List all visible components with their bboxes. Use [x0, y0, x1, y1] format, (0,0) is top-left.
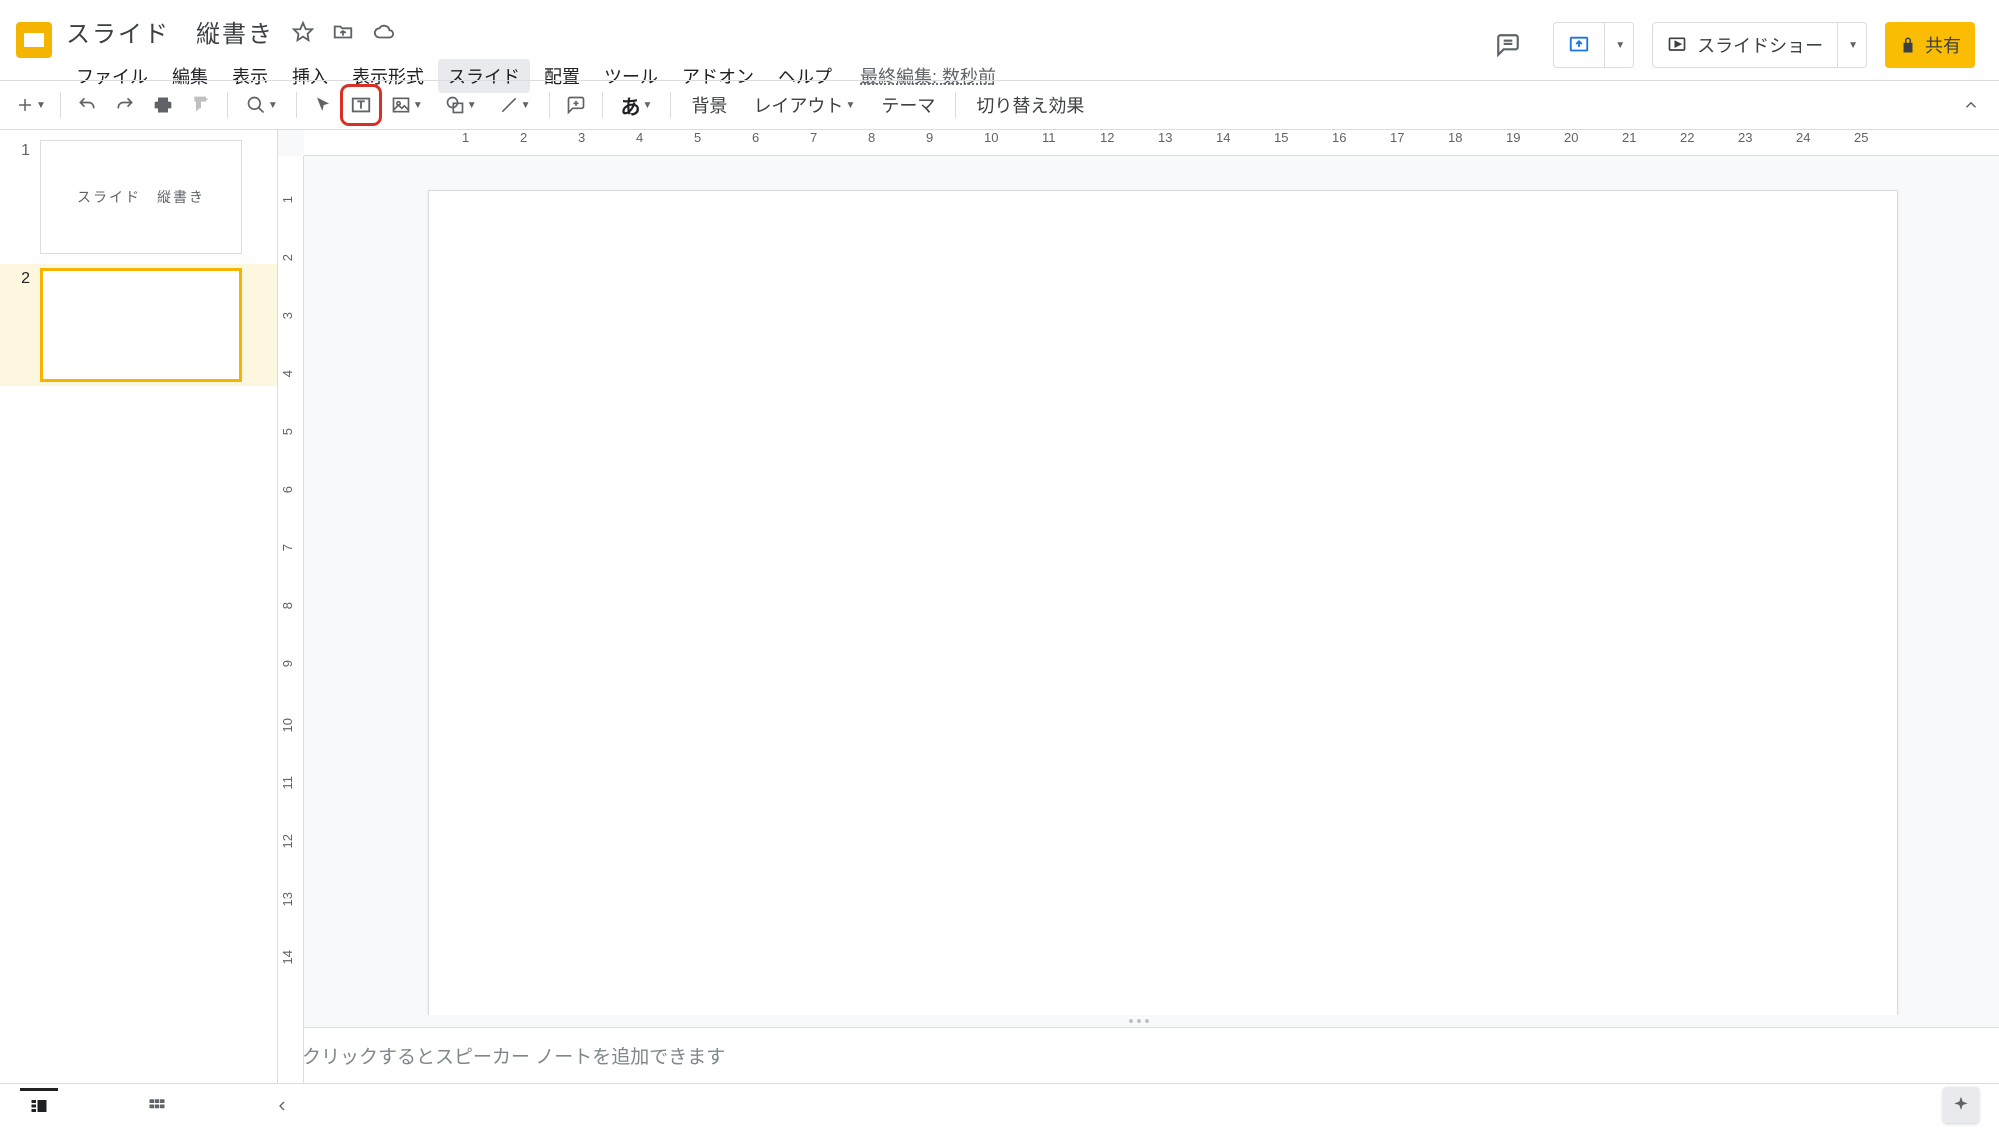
- layout-button[interactable]: レイアウト▼: [741, 87, 867, 123]
- transition-button[interactable]: 切り替え効果: [964, 87, 1096, 123]
- ruler-tick: 25: [1854, 130, 1868, 145]
- slide-thumbnail[interactable]: スライド 縦書き: [40, 140, 242, 254]
- separator: [227, 92, 228, 118]
- ruler-tick: 6: [752, 130, 759, 145]
- ruler-tick: 19: [1506, 130, 1520, 145]
- collapse-panel-button[interactable]: [266, 1092, 298, 1125]
- separator: [670, 92, 671, 118]
- ruler-tick: 24: [1796, 130, 1810, 145]
- separator: [60, 92, 61, 118]
- separator: [296, 92, 297, 118]
- header-right: ▼ スライドショー ▼ 共有: [1481, 8, 1983, 68]
- image-tool[interactable]: ▼: [381, 87, 433, 123]
- ruler-tick: 15: [1274, 130, 1288, 145]
- slideshow-combo: スライドショー ▼: [1652, 22, 1867, 68]
- ime-label: あ: [621, 91, 641, 120]
- ruler-tick: 22: [1680, 130, 1694, 145]
- separator: [549, 92, 550, 118]
- theme-button[interactable]: テーマ: [869, 87, 947, 123]
- layout-label: レイアウト: [753, 92, 843, 118]
- zoom-button[interactable]: ▼: [236, 87, 288, 123]
- ruler-tick: 20: [1564, 130, 1578, 145]
- document-title[interactable]: スライド 縦書き: [66, 14, 274, 49]
- horizontal-ruler[interactable]: 1234567891011121314151617181920212223242…: [304, 130, 1999, 156]
- title-icons: [292, 21, 396, 43]
- input-tool[interactable]: あ▼: [611, 87, 663, 123]
- slideshow-label: スライドショー: [1697, 32, 1823, 58]
- ruler-tick: 21: [1622, 130, 1636, 145]
- comments-button[interactable]: [1481, 22, 1535, 68]
- slide-thumbnails-panel[interactable]: 1 スライド 縦書き 2: [0, 130, 278, 1083]
- share-label: 共有: [1925, 32, 1961, 58]
- slide-canvas[interactable]: [428, 190, 1898, 1015]
- comment-tool[interactable]: [558, 87, 594, 123]
- thumbnail-row: 2: [0, 264, 277, 386]
- slideshow-button[interactable]: スライドショー: [1652, 22, 1837, 68]
- thumbnail-number: 2: [12, 268, 30, 382]
- separator: [602, 92, 603, 118]
- background-button[interactable]: 背景: [679, 87, 739, 123]
- toolbar: ▼ ▼ ▼ ▼ ▼ あ▼ 背景 レイアウト▼ テーマ 切り替え効果: [0, 80, 1999, 130]
- main-area: 1 スライド 縦書き 2 123456789101112131415161718…: [0, 130, 1999, 1083]
- new-slide-button[interactable]: ▼: [10, 87, 52, 123]
- thumbnail-row: 1 スライド 縦書き: [12, 140, 265, 254]
- ruler-tick: 17: [1390, 130, 1404, 145]
- separator: [955, 92, 956, 118]
- thumbnail-text: スライド 縦書き: [77, 187, 205, 207]
- ruler-tick: 12: [1100, 130, 1114, 145]
- select-tool[interactable]: [305, 87, 341, 123]
- ruler-tick: 4: [636, 130, 643, 145]
- ruler-tick: 1: [462, 130, 469, 145]
- star-icon[interactable]: [292, 21, 314, 43]
- canvas-wrap: 1234567891011121314151617181920212223242…: [278, 130, 1999, 1083]
- ruler-tick: 7: [810, 130, 817, 145]
- ruler-tick: 5: [694, 130, 701, 145]
- ruler-tick: 3: [578, 130, 585, 145]
- cloud-status-icon[interactable]: [372, 21, 396, 43]
- redo-button[interactable]: [107, 87, 143, 123]
- ruler-tick: 14: [1216, 130, 1230, 145]
- ruler-tick: 8: [868, 130, 875, 145]
- app-header: スライド 縦書き ファイル 編集 表示 挿入 表示形式 スライド 配置 ツール: [0, 0, 1999, 80]
- move-folder-icon[interactable]: [332, 21, 354, 43]
- explore-button[interactable]: [1943, 1087, 1979, 1123]
- ruler-tick: 9: [926, 130, 933, 145]
- present-upload-combo: ▼: [1553, 22, 1634, 68]
- ruler-tick: 2: [520, 130, 527, 145]
- ruler-tick: 13: [1158, 130, 1172, 145]
- ruler-tick: 10: [984, 130, 998, 145]
- footer: [0, 1083, 1999, 1133]
- app-logo[interactable]: [8, 14, 60, 66]
- filmstrip-view-button[interactable]: [20, 1088, 58, 1126]
- slideshow-dropdown[interactable]: ▼: [1837, 22, 1867, 68]
- line-tool[interactable]: ▼: [489, 87, 541, 123]
- ruler-tick: 23: [1738, 130, 1752, 145]
- ruler-tick: 16: [1332, 130, 1346, 145]
- ruler-tick: 18: [1448, 130, 1462, 145]
- ruler-tick: 11: [1042, 130, 1056, 145]
- present-upload-button[interactable]: [1553, 22, 1604, 68]
- print-button[interactable]: [145, 87, 181, 123]
- share-button[interactable]: 共有: [1885, 22, 1975, 68]
- thumbnail-number: 1: [12, 140, 30, 254]
- title-row: スライド 縦書き: [66, 8, 996, 49]
- shape-tool[interactable]: ▼: [435, 87, 487, 123]
- notes-resize-handle[interactable]: [278, 1015, 1999, 1027]
- collapse-toolbar-button[interactable]: [1953, 87, 1989, 123]
- present-upload-dropdown[interactable]: ▼: [1604, 22, 1634, 68]
- undo-button[interactable]: [69, 87, 105, 123]
- textbox-tool[interactable]: [343, 87, 379, 123]
- canvas-scroll-area[interactable]: [278, 156, 1999, 1015]
- speaker-notes[interactable]: クリックするとスピーカー ノートを追加できます: [278, 1027, 1999, 1083]
- grid-view-button[interactable]: [138, 1091, 176, 1126]
- paint-format-button[interactable]: [183, 87, 219, 123]
- slide-thumbnail[interactable]: [40, 268, 242, 382]
